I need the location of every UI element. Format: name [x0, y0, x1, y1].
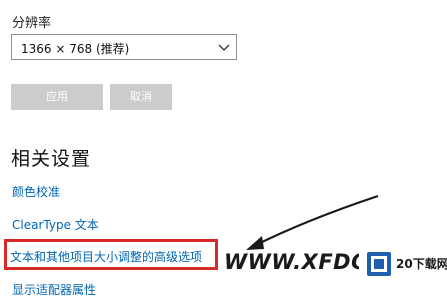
- cleartype-text-link[interactable]: ClearType 文本: [12, 216, 99, 233]
- cancel-button[interactable]: 取消: [110, 84, 172, 110]
- logo-mark-icon: [367, 252, 391, 276]
- logo-text: 20下载网: [396, 257, 447, 271]
- site-logo: 20下载网: [362, 250, 447, 278]
- resolution-dropdown[interactable]: 1366 × 768 (推荐): [11, 34, 237, 60]
- display-settings-page: 分辨率 1366 × 768 (推荐) 应用 取消 相关设置 颜色校准 Clea…: [0, 0, 447, 298]
- resolution-selected-value: 1366 × 768 (推荐): [21, 42, 130, 56]
- chevron-down-icon: [218, 44, 230, 51]
- resolution-label: 分辨率: [12, 16, 52, 31]
- display-adapter-properties-link[interactable]: 显示适配器属性: [12, 281, 96, 298]
- related-settings-title: 相关设置: [11, 148, 92, 170]
- color-calibration-link[interactable]: 颜色校准: [12, 183, 60, 200]
- apply-button[interactable]: 应用: [11, 84, 103, 110]
- watermark-text: WWW.XFDOW: [224, 250, 359, 274]
- highlight-box: [4, 239, 218, 270]
